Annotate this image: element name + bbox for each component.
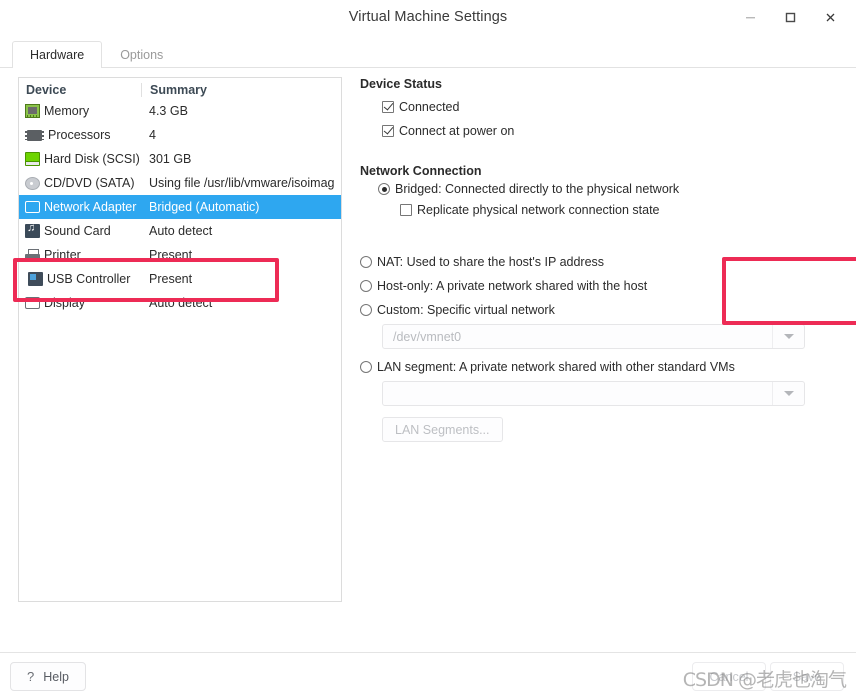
memory-icon	[25, 104, 40, 118]
checkbox-replicate-physical-network[interactable]: Replicate physical network connection st…	[400, 203, 718, 217]
radio-bridged-label: Bridged: Connected directly to the physi…	[395, 182, 680, 196]
radio-custom-label: Custom: Specific virtual network	[377, 303, 555, 317]
chevron-down-icon[interactable]	[772, 382, 804, 405]
chevron-down-icon[interactable]	[772, 325, 804, 348]
device-name: Processors	[48, 128, 111, 142]
dialog-footer: ? Help Cancel Save CSDN @老虎也淘气	[0, 652, 856, 699]
checkbox-connect-at-power-on-label: Connect at power on	[399, 124, 515, 138]
column-header-summary: Summary	[141, 83, 341, 97]
save-button-label: Save	[792, 669, 822, 684]
cancel-button-label: Cancel	[709, 669, 749, 684]
device-summary: Using file /usr/lib/vmware/isoimag	[149, 176, 335, 190]
device-list-panel[interactable]: Device Summary Memory 4.3 GB Processors …	[18, 77, 342, 602]
bridged-option-group: Bridged: Connected directly to the physi…	[378, 182, 718, 227]
save-button[interactable]: Save	[770, 662, 844, 691]
checkbox-connected-box[interactable]	[382, 101, 394, 113]
cd-dvd-icon	[25, 176, 40, 190]
device-status-title: Device Status	[360, 77, 442, 91]
help-button[interactable]: ? Help	[10, 662, 86, 691]
checkbox-connect-at-power-on[interactable]: Connect at power on	[382, 124, 840, 138]
device-summary: 4	[149, 128, 156, 142]
device-name: Hard Disk (SCSI)	[44, 152, 140, 166]
table-row[interactable]: CD/DVD (SATA) Using file /usr/lib/vmware…	[19, 171, 341, 195]
lan-segments-button[interactable]: LAN Segments...	[382, 417, 503, 442]
device-summary: Auto detect	[149, 296, 213, 310]
device-name: Network Adapter	[44, 200, 137, 214]
custom-network-value: /dev/vmnet0	[393, 329, 462, 344]
device-summary: Present	[149, 248, 193, 262]
device-summary: 301 GB	[149, 152, 192, 166]
custom-network-dropdown[interactable]: /dev/vmnet0	[382, 324, 805, 349]
device-table-header: Device Summary	[19, 78, 341, 99]
network-adapter-icon	[25, 201, 40, 213]
radio-nat-label: NAT: Used to share the host's IP address	[377, 255, 605, 269]
radio-custom-button[interactable]	[360, 304, 372, 316]
device-name: CD/DVD (SATA)	[44, 176, 135, 190]
radio-nat[interactable]: NAT: Used to share the host's IP address	[360, 255, 840, 269]
device-name: USB Controller	[47, 272, 131, 286]
network-connection-title: Network Connection	[360, 164, 482, 178]
checkbox-connected[interactable]: Connected	[382, 100, 840, 114]
tab-options-label: Options	[120, 48, 164, 62]
window-title: Virtual Machine Settings	[348, 9, 508, 25]
usb-controller-icon	[28, 272, 43, 286]
radio-lan-segment[interactable]: LAN segment: A private network shared wi…	[360, 360, 840, 374]
tab-hardware[interactable]: Hardware	[12, 41, 103, 69]
maximize-icon[interactable]	[770, 2, 810, 32]
device-summary: Bridged (Automatic)	[149, 200, 260, 214]
help-button-label: Help	[43, 669, 69, 684]
device-name: Sound Card	[44, 224, 111, 238]
lan-segment-dropdown[interactable]	[382, 381, 805, 406]
checkbox-replicate-box[interactable]	[400, 204, 412, 216]
cancel-button[interactable]: Cancel	[692, 662, 766, 691]
radio-lan-segment-label: LAN segment: A private network shared wi…	[377, 360, 735, 374]
radio-bridged[interactable]: Bridged: Connected directly to the physi…	[378, 182, 718, 196]
checkbox-connect-at-power-on-box[interactable]	[382, 125, 394, 137]
processor-icon	[25, 129, 44, 141]
tab-bar: Hardware Options	[0, 41, 856, 69]
table-row[interactable]: USB Controller Present	[19, 267, 341, 291]
table-row[interactable]: Sound Card Auto detect	[19, 219, 341, 243]
settings-body: Device Summary Memory 4.3 GB Processors …	[0, 68, 856, 699]
radio-lan-segment-button[interactable]	[360, 361, 372, 373]
hard-disk-icon	[25, 152, 40, 166]
radio-nat-button[interactable]	[360, 256, 372, 268]
question-mark-icon: ?	[27, 669, 35, 684]
tab-hardware-label: Hardware	[30, 48, 85, 62]
table-row[interactable]: Display Auto detect	[19, 291, 341, 315]
table-row[interactable]: Hard Disk (SCSI) 301 GB	[19, 147, 341, 171]
device-summary: Auto detect	[149, 224, 213, 238]
radio-custom[interactable]: Custom: Specific virtual network	[360, 303, 840, 317]
column-header-device: Device	[26, 83, 67, 97]
radio-host-only[interactable]: Host-only: A private network shared with…	[360, 279, 840, 293]
checkbox-replicate-label: Replicate physical network connection st…	[417, 203, 660, 217]
table-row[interactable]: Processors 4	[19, 123, 341, 147]
window-titlebar: Virtual Machine Settings	[0, 0, 856, 34]
radio-host-only-label: Host-only: A private network shared with…	[377, 279, 648, 293]
printer-icon	[25, 248, 40, 262]
device-name: Memory	[44, 104, 90, 118]
checkbox-connected-label: Connected	[399, 100, 460, 114]
table-row[interactable]: Memory 4.3 GB	[19, 99, 341, 123]
device-name: Display	[44, 296, 85, 310]
dialog-confirm-buttons: Cancel Save	[692, 662, 844, 691]
display-icon	[25, 297, 40, 309]
table-row[interactable]: Printer Present	[19, 243, 341, 267]
minimize-icon[interactable]	[730, 2, 770, 32]
device-settings-pane: Device Status Connected Connect at power…	[360, 77, 856, 442]
other-network-options: NAT: Used to share the host's IP address…	[360, 255, 840, 442]
device-summary: 4.3 GB	[149, 104, 188, 118]
radio-bridged-button[interactable]	[378, 183, 390, 195]
device-name: Printer	[44, 248, 81, 262]
tab-options[interactable]: Options	[102, 41, 181, 68]
window-controls	[730, 0, 850, 34]
sound-card-icon	[25, 224, 40, 238]
lan-segments-button-label: LAN Segments...	[395, 422, 490, 437]
close-icon[interactable]	[810, 2, 850, 32]
table-row-network-adapter[interactable]: Network Adapter Bridged (Automatic)	[19, 195, 341, 219]
device-summary: Present	[149, 272, 193, 286]
radio-host-only-button[interactable]	[360, 280, 372, 292]
